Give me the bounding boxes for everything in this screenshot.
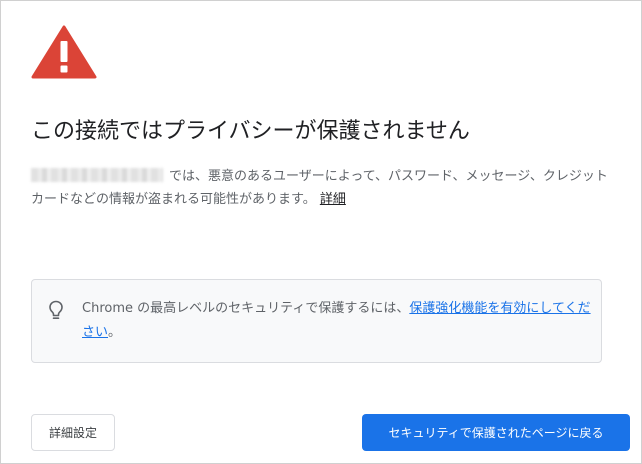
tip-text: Chrome の最高レベルのセキュリティで保護するには、保護強化機能を有効にして… (82, 297, 592, 345)
interstitial-page: この接続ではプライバシーが保護されません では、悪意のあるユーザーによって、パス… (0, 0, 642, 464)
advanced-button[interactable]: 詳細設定 (31, 414, 115, 451)
tip-text-suffix: 。 (108, 325, 122, 340)
tip-text-prefix: Chrome の最高レベルのセキュリティで保護するには、 (82, 301, 410, 316)
lightbulb-icon (49, 300, 63, 320)
warning-triangle-icon (31, 25, 97, 79)
details-link[interactable]: 詳細 (320, 192, 346, 207)
page-title: この接続ではプライバシーが保護されません (31, 119, 470, 144)
back-to-safety-button[interactable]: セキュリティで保護されたページに戻る (362, 414, 630, 451)
blurred-domain-text (31, 168, 163, 182)
security-tip-box: Chrome の最高レベルのセキュリティで保護するには、保護強化機能を有効にして… (31, 279, 602, 363)
warning-description: では、悪意のあるユーザーによって、パスワード、メッセージ、クレジット カードなど… (31, 165, 621, 211)
